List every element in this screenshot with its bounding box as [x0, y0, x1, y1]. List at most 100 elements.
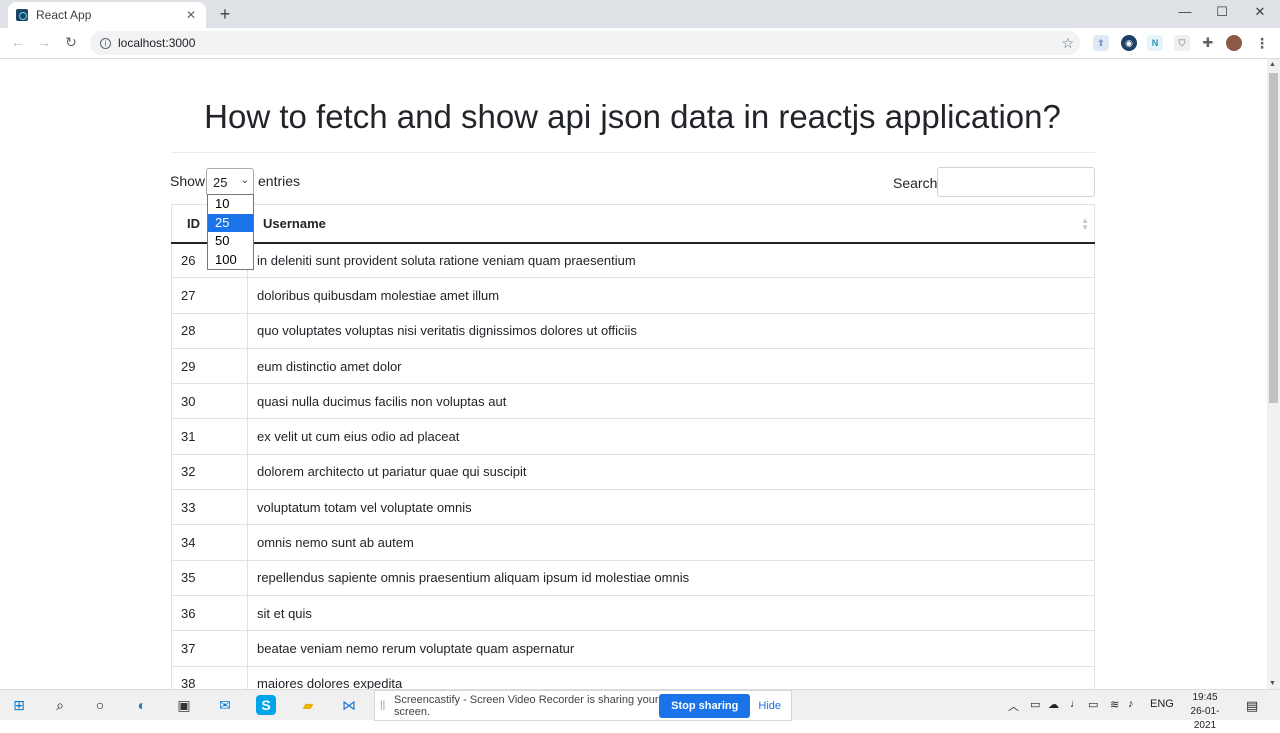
cell-id: 31	[171, 418, 248, 455]
mail-icon[interactable]: ✉	[215, 695, 235, 715]
cell-id: 34	[171, 524, 248, 561]
cell-username: omnis nemo sunt ab autem	[247, 524, 1095, 561]
microphone-icon[interactable]: ♩	[1070, 698, 1081, 710]
entries-length-dropdown: 10 25 50 100	[207, 194, 254, 270]
hide-button[interactable]: Hide	[758, 700, 781, 712]
bookmark-star-icon[interactable]: ☆	[1061, 35, 1074, 52]
address-bar[interactable]: i localhost:3000 ☆	[90, 31, 1080, 55]
cell-username: voluptatum totam vel voluptate omnis	[247, 489, 1095, 526]
file-explorer-icon[interactable]: ▰	[298, 695, 318, 715]
cell-username: quo voluptates voluptas nisi veritatis d…	[247, 313, 1095, 349]
length-option-100[interactable]: 100	[208, 251, 253, 270]
scrollbar-thumb[interactable]	[1269, 73, 1278, 403]
close-tab-icon[interactable]: ✕	[184, 8, 198, 22]
stop-sharing-button[interactable]: Stop sharing	[659, 693, 751, 718]
forward-icon[interactable]: →	[36, 34, 52, 50]
back-icon[interactable]: ←	[10, 34, 26, 50]
maximize-button[interactable]: ☐	[1207, 4, 1237, 20]
cell-username: sit et quis	[247, 595, 1095, 632]
cell-username: ex velit ut cum eius odio ad placeat	[247, 418, 1095, 455]
cell-id: 35	[171, 560, 248, 596]
entries-label: entries	[258, 173, 301, 189]
minimize-button[interactable]: —	[1170, 4, 1200, 19]
cell-id: 37	[171, 630, 248, 667]
cell-username: in deleniti sunt provident soluta ration…	[247, 242, 1095, 279]
cell-username: dolorem architecto ut pariatur quae qui …	[247, 454, 1095, 491]
skype-icon[interactable]: S	[256, 695, 276, 715]
notifications-icon[interactable]: ▤	[1246, 698, 1258, 714]
sort-arrows-icon: ▲ ▼	[1081, 216, 1089, 232]
cell-username: repellendus sapiente omnis praesentium a…	[247, 560, 1095, 596]
sharing-message: Screencastify - Screen Video Recorder is…	[394, 693, 659, 718]
extension-1-icon[interactable]: ⇪	[1093, 35, 1109, 51]
cell-id: 32	[171, 454, 248, 491]
menu-kebab-icon[interactable]: ⋮	[1254, 35, 1270, 51]
cell-username: quasi nulla ducimus facilis non voluptas…	[247, 383, 1095, 420]
page-title: How to fetch and show api json data in r…	[204, 98, 1061, 135]
language-indicator[interactable]: ENG	[1150, 698, 1174, 710]
store-icon[interactable]: ▣	[174, 695, 194, 715]
scroll-up-icon[interactable]: ▲	[1269, 61, 1276, 68]
volume-icon[interactable]: ♪	[1128, 698, 1134, 710]
table-header-row: ID Username ▲ ▼	[171, 204, 1095, 244]
profile-avatar[interactable]	[1226, 35, 1242, 51]
clock-date: 26-01-2021	[1190, 706, 1220, 731]
search-input[interactable]	[937, 167, 1095, 197]
table-row: 35 repellendus sapiente omnis praesentium…	[171, 560, 1095, 596]
table-row: 33 voluptatum totam vel voluptate omnis	[171, 489, 1095, 526]
users-table: ID Username ▲ ▼ 26 in deleniti sunt provid…	[171, 204, 1095, 702]
new-tab-button[interactable]: +	[216, 4, 234, 25]
table-row: 36 sit et quis	[171, 595, 1095, 632]
extensions-puzzle-icon[interactable]: ✚	[1200, 35, 1216, 51]
cell-id: 36	[171, 595, 248, 632]
length-option-10[interactable]: 10	[208, 195, 253, 214]
column-header-id-label: ID	[187, 215, 200, 231]
extension-2-icon[interactable]: ◉	[1121, 35, 1137, 51]
browser-tab-strip: React App ✕ + — ☐ ✕	[0, 0, 1280, 28]
edge-browser-icon[interactable]: ◐	[132, 695, 152, 715]
tab-title: React App	[36, 8, 92, 22]
cell-id: 27	[171, 277, 248, 314]
column-header-username[interactable]: Username ▲ ▼	[247, 204, 1095, 244]
cortana-icon[interactable]: ○	[90, 695, 110, 715]
length-option-25[interactable]: 25	[208, 213, 253, 232]
screen-sharing-bar: || Screencastify - Screen Video Recorder…	[374, 690, 792, 721]
onedrive-cloud-icon[interactable]: ☁	[1048, 698, 1059, 711]
scroll-down-icon[interactable]: ▼	[1269, 680, 1276, 687]
table-row: 28 quo voluptates voluptas nisi veritatis…	[171, 313, 1095, 349]
windows-taskbar: ⊞ ⌕ ○ ◐ ▣ ✉ S ▰ ⋈ || Screencastify - Scr…	[0, 689, 1280, 731]
cell-username: beatae veniam nemo rerum voluptate quam …	[247, 630, 1095, 667]
cell-username: doloribus quibusdam molestiae amet illum	[247, 277, 1095, 314]
table-row: 31 ex velit ut cum eius odio ad placeat	[171, 418, 1095, 455]
table-row: 27 doloribus quibusdam molestiae amet ill…	[171, 277, 1095, 314]
cell-id: 33	[171, 489, 248, 526]
wifi-icon[interactable]: ≋	[1110, 698, 1119, 711]
info-icon[interactable]: i	[100, 37, 111, 49]
drag-handle-icon[interactable]: ||	[380, 700, 390, 711]
search-label: Search:	[893, 175, 942, 191]
table-row: 37 beatae veniam nemo rerum voluptate qua…	[171, 630, 1095, 667]
table-row: 26 in deleniti sunt provident soluta rati…	[171, 242, 1095, 279]
vscode-icon[interactable]: ⋈	[339, 695, 359, 715]
clock-time: 19:45	[1192, 692, 1218, 703]
table-row: 34 omnis nemo sunt ab autem	[171, 524, 1095, 561]
tray-device-icon[interactable]: ▭	[1030, 698, 1040, 711]
entries-length-value: 25	[213, 175, 228, 190]
reload-icon[interactable]: ↻	[63, 34, 79, 51]
tray-chevron-up-icon[interactable]: ︿	[1008, 698, 1019, 714]
windows-start-icon[interactable]: ⊞	[9, 695, 29, 715]
shield-icon[interactable]: ⛉	[1174, 35, 1190, 51]
tab-react-app[interactable]: React App ✕	[8, 2, 206, 28]
browser-toolbar: ← → ↻ i localhost:3000 ☆ ⇪ ◉ N ⛉ ✚ ⋮	[0, 28, 1280, 59]
react-favicon-icon	[16, 9, 28, 21]
cell-id: 28	[171, 313, 248, 349]
battery-icon[interactable]: ▭	[1088, 698, 1098, 711]
show-label: Show	[170, 173, 206, 189]
close-window-button[interactable]: ✕	[1245, 4, 1275, 20]
page-scrollbar[interactable]: ▲ ▼	[1267, 59, 1280, 689]
taskbar-clock[interactable]: 19:45 26-01-2021	[1180, 691, 1230, 733]
search-icon[interactable]: ⌕	[50, 695, 70, 715]
entries-length-select[interactable]: 25 ⌄	[206, 168, 254, 196]
length-option-50[interactable]: 50	[208, 232, 253, 251]
extension-3-icon[interactable]: N	[1147, 35, 1163, 51]
